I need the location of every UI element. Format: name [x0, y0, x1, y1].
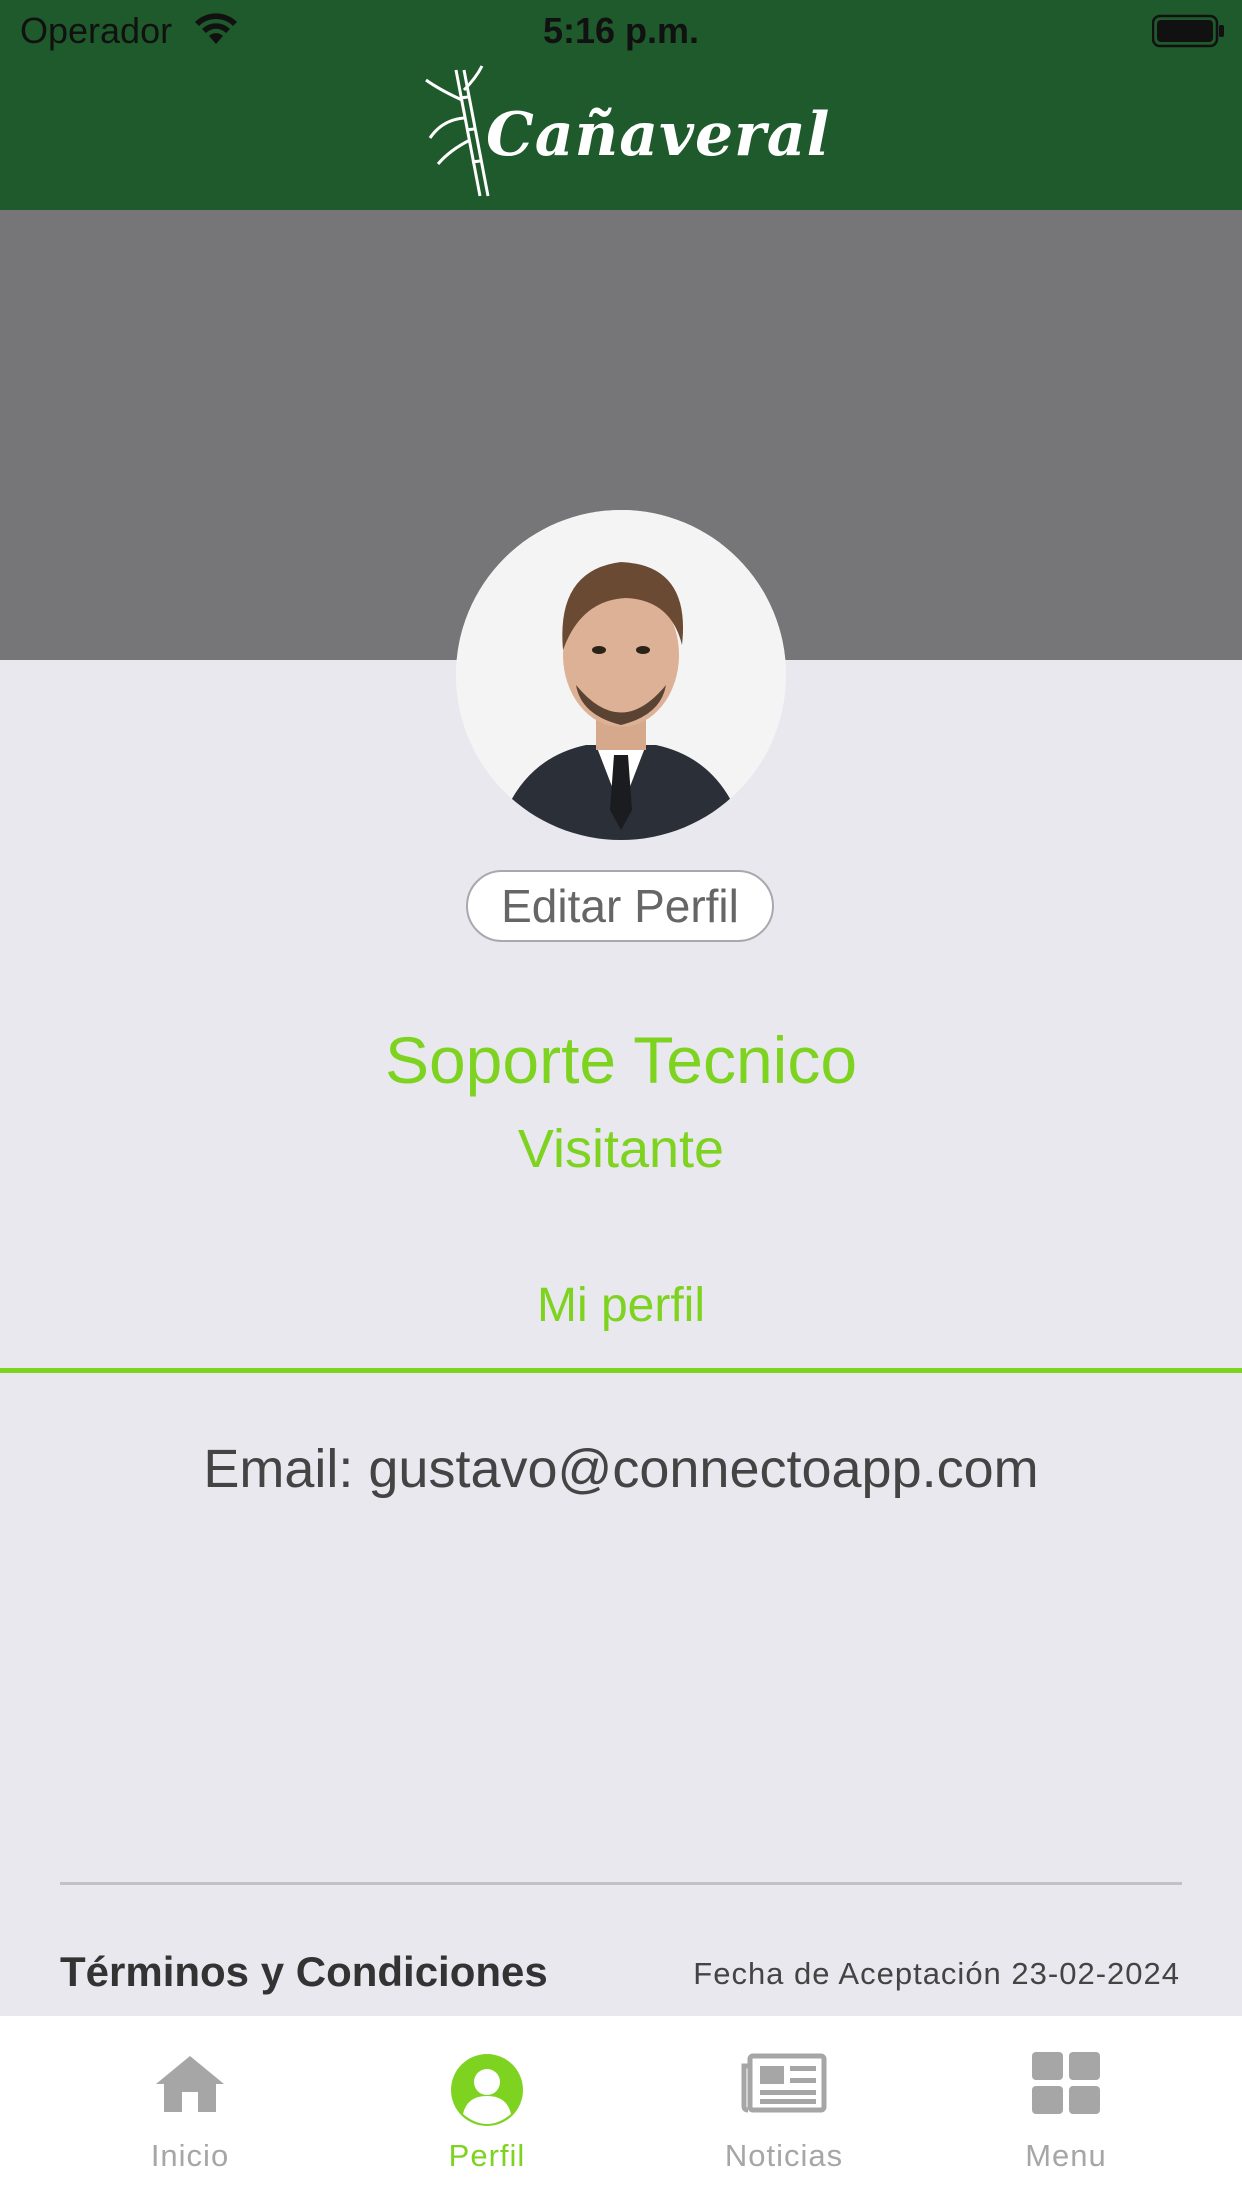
profile-avatar	[456, 510, 786, 840]
profile-role: Visitante	[517, 1119, 725, 1179]
tab-noticias[interactable]: Noticias	[629, 2016, 939, 2208]
divider	[60, 1882, 1182, 1885]
grid-icon	[1030, 2052, 1102, 2119]
tab-label: Noticias	[724, 2138, 844, 2173]
person-icon	[449, 2052, 525, 2133]
tab-label: Inicio	[150, 2138, 230, 2173]
status-bar: Operador 5:16 p.m.	[0, 0, 1242, 60]
acceptance-date: Fecha de Aceptación 23-02-2024	[693, 1956, 1180, 1991]
tab-perfil[interactable]: Perfil	[332, 2016, 642, 2208]
brand-name: Cañaveral	[486, 100, 831, 170]
profile-email: Email: gustavo@connectoapp.com	[203, 1439, 1039, 1499]
tab-menu[interactable]: Menu	[911, 2016, 1221, 2208]
app-header: Cañaveral	[0, 60, 1242, 210]
tab-inicio[interactable]: Inicio	[35, 2016, 345, 2208]
brand-logo: Cañaveral	[420, 60, 840, 210]
tab-mi-perfil[interactable]: Mi perfil	[0, 1278, 1242, 1333]
terms-link[interactable]: Términos y Condiciones	[60, 1948, 548, 1996]
tab-label: Perfil	[448, 2138, 526, 2173]
newspaper-icon	[740, 2052, 828, 2119]
bottom-tab-bar: Inicio Perfil Noticias Menu	[0, 2016, 1242, 2208]
tab-label: Menu	[1025, 2138, 1107, 2173]
home-icon	[154, 2052, 226, 2119]
tab-underline	[0, 1368, 1242, 1373]
edit-profile-button[interactable]: Editar Perfil	[466, 870, 774, 942]
profile-name: Soporte Tecnico	[384, 1023, 858, 1097]
clock: 5:16 p.m.	[542, 10, 700, 51]
battery-icon	[1151, 14, 1226, 53]
